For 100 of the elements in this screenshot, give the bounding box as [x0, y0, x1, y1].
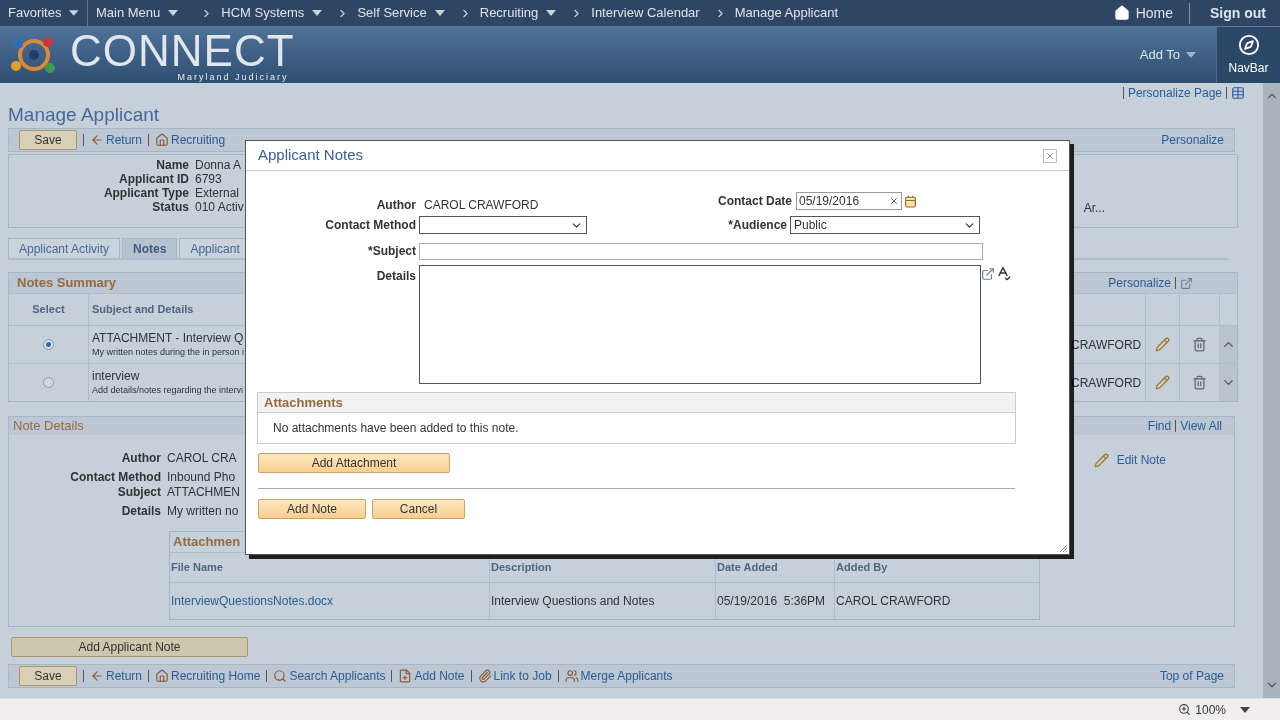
toolbar-link[interactable]: Return	[106, 131, 143, 149]
home-link[interactable]: Home	[1135, 2, 1190, 24]
table-icon[interactable]	[1231, 86, 1245, 100]
toolbar-link[interactable]: Search Applicants	[289, 667, 386, 685]
section-title: Attachments	[264, 393, 343, 412]
scrollbar[interactable]	[1263, 83, 1280, 698]
zoom-icon	[1178, 703, 1192, 716]
caret-icon[interactable]	[312, 10, 323, 16]
table-cell: CAROL CRAWFORD	[834, 583, 1039, 619]
add-to-menu[interactable]: Add To	[1139, 45, 1180, 65]
field-label: *Subject	[367, 243, 416, 260]
logo-subtitle: Maryland Judiciary	[177, 72, 290, 82]
field-label: Contact Date	[717, 193, 792, 210]
breadcrumb-link[interactable]: HCM Systems	[221, 3, 305, 23]
expand-icon[interactable]	[981, 267, 995, 281]
field-value: CAROL CRA	[167, 451, 238, 466]
menu-label[interactable]: Main Menu	[96, 3, 161, 23]
toolbar-link[interactable]: Add Note	[414, 667, 465, 685]
add-applicant-note-button[interactable]: Add Applicant Note	[11, 637, 248, 657]
clear-icon[interactable]	[889, 196, 899, 206]
popout-icon[interactable]	[1180, 276, 1193, 290]
toolbar-link[interactable]: Link to Job	[493, 667, 552, 685]
personalize-link[interactable]: Personalize	[1108, 274, 1171, 292]
trash-icon[interactable]	[1192, 375, 1207, 390]
compass-icon	[1237, 33, 1260, 56]
contact-date-field[interactable]: 05/19/2016	[796, 192, 902, 210]
details-field[interactable]	[419, 265, 981, 384]
field-label: Name	[155, 158, 189, 172]
save-button[interactable]: Save	[19, 666, 77, 686]
tab[interactable]: Applicant Activity	[8, 238, 121, 258]
house-icon	[155, 133, 170, 147]
add-attachment-button[interactable]: Add Attachment	[258, 453, 450, 473]
field-value: Inbound Pho	[167, 470, 237, 485]
page-title: Manage Applicant	[8, 103, 161, 127]
top-of-page-link[interactable]: Top of Page	[1159, 667, 1224, 685]
toolbar-link[interactable]: Recruiting Home	[171, 667, 261, 685]
dialog-title: Applicant Notes	[258, 145, 364, 166]
audience-dropdown[interactable]: Public	[790, 216, 980, 234]
search-icon	[273, 669, 288, 683]
caret-icon	[69, 10, 79, 16]
add-note-button[interactable]: Add Note	[258, 499, 366, 519]
view-all-link[interactable]: View All	[1180, 417, 1222, 435]
field-value: 6793	[195, 172, 223, 186]
cancel-button[interactable]: Cancel	[372, 499, 465, 519]
close-button[interactable]	[1043, 148, 1057, 163]
spell-check-icon[interactable]	[995, 265, 1011, 281]
caret-icon[interactable]	[546, 10, 557, 16]
note-subject: interview	[92, 368, 141, 383]
breadcrumb-link[interactable]: Manage Applicant	[734, 3, 839, 23]
edit-note-link[interactable]: Edit Note	[1116, 451, 1166, 469]
radio-button[interactable]	[43, 339, 54, 350]
radio-button[interactable]	[43, 377, 54, 388]
field-label: Contact Method	[324, 217, 416, 234]
calendar-icon[interactable]	[904, 194, 917, 208]
truncated-text: Ar...	[1083, 200, 1105, 217]
tab[interactable]: Notes	[122, 238, 178, 258]
sign-out-link[interactable]: Sign out	[1210, 2, 1266, 24]
field-label: Author	[375, 197, 416, 214]
table-cell: 05/19/2016 5:36PM	[715, 583, 834, 619]
navbar-button[interactable]: NavBar	[1216, 27, 1280, 83]
field-value: My written no	[167, 504, 240, 519]
zoom-level[interactable]: 100%	[1195, 700, 1226, 719]
menu-label[interactable]: Favorites	[8, 3, 62, 23]
subject-field[interactable]	[419, 242, 983, 260]
toolbar-link[interactable]: Merge Applicants	[580, 667, 673, 685]
find-link[interactable]: Find	[1147, 417, 1172, 435]
resize-grip-icon[interactable]	[1059, 544, 1068, 553]
caret-icon[interactable]	[434, 10, 445, 16]
field-value: Donna A	[195, 158, 243, 172]
pencil-icon[interactable]	[1155, 375, 1170, 390]
field-label: Author	[120, 451, 161, 466]
field-label: Subject	[116, 485, 161, 500]
breadcrumb-link[interactable]: Interview Calendar	[591, 3, 700, 23]
table-cell: Interview Questions and Notes	[489, 583, 715, 619]
file-link[interactable]: InterviewQuestionsNotes.docx	[170, 583, 489, 619]
note-details: My written notes during the in person i	[92, 345, 246, 359]
empty-message: No attachments have been added to this note.	[273, 420, 519, 437]
personalize-link[interactable]: Personalize	[1161, 131, 1224, 149]
field-value: ATTACHMEN	[167, 485, 240, 500]
breadcrumb-link[interactable]: Self Service	[357, 3, 427, 23]
personalize-page-link[interactable]: Personalize Page	[1127, 84, 1222, 102]
caret-icon	[168, 10, 179, 16]
trash-icon[interactable]	[1192, 337, 1207, 352]
toolbar-link[interactable]: Recruiting	[171, 131, 226, 149]
column-header: Select	[9, 294, 89, 325]
pencil-icon	[1093, 452, 1109, 468]
page-plus-icon	[398, 669, 413, 683]
note-details: Add details/notes regarding the intervi	[92, 383, 245, 397]
breadcrumb-link[interactable]: Recruiting	[479, 3, 539, 23]
field-label: Details	[375, 268, 416, 285]
save-button[interactable]: Save	[19, 130, 77, 150]
contact-method-dropdown[interactable]	[419, 216, 587, 234]
field-label: Contact Method	[69, 470, 161, 485]
pencil-icon[interactable]	[1155, 337, 1170, 352]
field-value: 010 Activ	[195, 200, 244, 214]
toolbar-link[interactable]: Return	[106, 667, 143, 685]
paperclip-icon	[477, 669, 492, 683]
note-subject: ATTACHMENT - Interview Q	[92, 330, 245, 345]
house-icon	[155, 669, 170, 683]
logo-text: CONNECT	[69, 28, 295, 73]
